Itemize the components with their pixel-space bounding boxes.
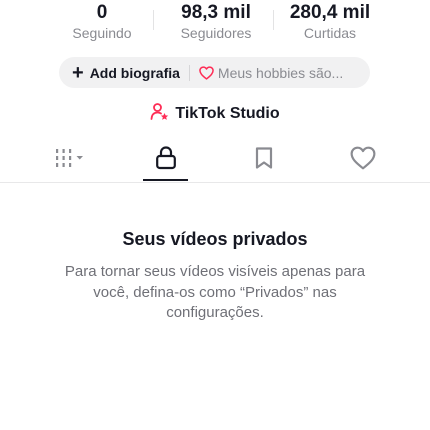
bookmark-icon <box>254 146 274 175</box>
profile-tabs <box>0 140 430 184</box>
followers-stat[interactable]: 98,3 mil Seguidores <box>168 2 264 42</box>
lock-icon <box>155 145 177 175</box>
tabs-divider <box>0 182 430 183</box>
empty-state-description: Para tornar seus vídeos visíveis apenas … <box>64 263 366 321</box>
heart-icon <box>350 146 376 175</box>
likes-stat[interactable]: 280,4 mil Curtidas <box>282 2 378 42</box>
add-bio-button[interactable]: + Add biografia Meus hobbies são... <box>59 57 370 88</box>
likes-count: 280,4 mil <box>289 2 371 23</box>
tiktok-studio-label: TikTok Studio <box>175 105 280 122</box>
plus-icon: + <box>72 61 84 84</box>
bio-divider <box>188 64 190 81</box>
add-bio-label: Add biografia <box>89 64 180 81</box>
followers-label: Seguidores <box>180 25 252 41</box>
tab-private[interactable] <box>136 140 196 180</box>
heart-outline-icon <box>199 65 214 80</box>
empty-state-title: Seus vídeos privados <box>122 229 308 249</box>
tiktok-studio-link[interactable]: TikTok Studio <box>0 102 430 127</box>
active-tab-indicator <box>143 179 188 181</box>
tab-saved[interactable] <box>234 140 294 180</box>
stat-divider <box>153 10 154 30</box>
following-count: 0 <box>96 2 108 23</box>
tab-videos[interactable] <box>41 140 101 180</box>
person-star-icon <box>150 102 170 127</box>
profile-stats: 0 Seguindo 98,3 mil Seguidores 280,4 mil… <box>0 0 430 46</box>
tab-liked[interactable] <box>333 140 393 180</box>
stat-divider <box>273 10 274 30</box>
following-label: Seguindo <box>72 25 132 41</box>
hobbies-hint: Meus hobbies são... <box>217 64 344 81</box>
grid-filter-icon <box>54 147 88 174</box>
likes-label: Curtidas <box>303 25 357 41</box>
following-stat[interactable]: 0 Seguindo <box>62 2 142 42</box>
followers-count: 98,3 mil <box>181 2 251 23</box>
